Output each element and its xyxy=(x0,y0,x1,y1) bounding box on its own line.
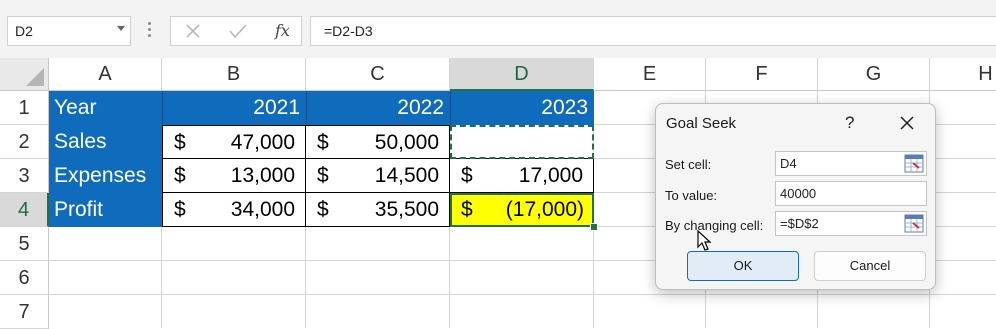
set-cell-value: D4 xyxy=(780,156,797,171)
to-value-value: 40000 xyxy=(780,186,817,201)
row-header-2[interactable]: 2 xyxy=(0,125,49,159)
range-picker-icon[interactable] xyxy=(904,214,924,233)
row-header-7[interactable]: 7 xyxy=(0,295,49,329)
cell-d3[interactable]: $17,000 xyxy=(449,158,594,193)
active-cell-border xyxy=(450,193,594,227)
column-header-d[interactable]: D xyxy=(450,58,594,91)
by-changing-value: =$D$2 xyxy=(780,216,819,231)
cell-b3[interactable]: $13,000 xyxy=(162,158,306,193)
formula-text: =D2-D3 xyxy=(324,23,373,39)
column-header-e[interactable]: E xyxy=(594,58,706,91)
drag-handle-icon[interactable] xyxy=(148,22,151,38)
cell-c3[interactable]: $14,500 xyxy=(305,158,450,193)
range-picker-icon[interactable] xyxy=(904,154,924,173)
cell-c1[interactable]: 2022 xyxy=(306,91,450,125)
row-header-3[interactable]: 3 xyxy=(0,159,49,193)
cell-a4[interactable]: Profit xyxy=(49,193,162,227)
column-header-f[interactable]: F xyxy=(706,58,818,91)
enter-check-icon[interactable] xyxy=(229,23,247,39)
cell-d1[interactable]: 2023 xyxy=(450,91,594,125)
cell-b1[interactable]: 2021 xyxy=(162,91,306,125)
name-box-value: D2 xyxy=(15,23,33,39)
goal-seek-dialog: Goal Seek ? Set cell: D4 To value: 40000… xyxy=(655,103,936,290)
row-header-6[interactable]: 6 xyxy=(0,261,49,295)
to-value-input[interactable]: 40000 xyxy=(775,181,927,206)
row-header-5[interactable]: 5 xyxy=(0,227,49,261)
cell-b4[interactable]: $34,000 xyxy=(162,192,306,227)
name-box-dropdown-icon[interactable] xyxy=(117,26,125,31)
cancel-icon[interactable] xyxy=(185,23,201,39)
set-cell-label: Set cell: xyxy=(665,157,712,172)
help-button[interactable]: ? xyxy=(845,113,854,133)
column-header-b[interactable]: B xyxy=(162,58,306,91)
by-changing-input[interactable]: =$D$2 xyxy=(775,211,927,236)
column-header-h[interactable]: H xyxy=(930,58,996,91)
column-header-a[interactable]: A xyxy=(49,58,162,91)
column-header-g[interactable]: G xyxy=(818,58,930,91)
close-icon[interactable] xyxy=(897,113,917,133)
ok-button[interactable]: OK xyxy=(687,251,799,281)
to-value-label: To value: xyxy=(665,188,718,203)
cell-c2[interactable]: $50,000 xyxy=(305,125,450,159)
select-all-button[interactable] xyxy=(0,58,49,91)
formula-input[interactable]: =D2-D3 xyxy=(310,16,996,46)
cell-a2[interactable]: Sales xyxy=(49,125,162,159)
formula-buttons: fx xyxy=(170,16,302,46)
fill-handle[interactable] xyxy=(590,223,598,231)
by-changing-label: By changing cell: xyxy=(665,218,764,233)
column-header-c[interactable]: C xyxy=(306,58,450,91)
cell-a3[interactable]: Expenses xyxy=(49,159,162,193)
dialog-title: Goal Seek xyxy=(666,115,737,132)
insert-function-icon[interactable]: fx xyxy=(275,21,290,40)
row-header-4[interactable]: 4 xyxy=(0,193,49,227)
formula-bar: D2 fx =D2-D3 xyxy=(0,0,996,58)
copy-marquee xyxy=(450,125,594,159)
set-cell-input[interactable]: D4 xyxy=(775,151,927,176)
name-box[interactable]: D2 xyxy=(7,16,131,46)
cancel-button[interactable]: Cancel xyxy=(814,251,926,281)
row-header-1[interactable]: 1 xyxy=(0,91,49,125)
mouse-pointer-icon xyxy=(697,230,712,251)
cell-b2[interactable]: $47,000 xyxy=(162,125,306,159)
cell-c4[interactable]: $35,500 xyxy=(305,192,450,227)
cell-a1[interactable]: Year xyxy=(49,91,162,125)
